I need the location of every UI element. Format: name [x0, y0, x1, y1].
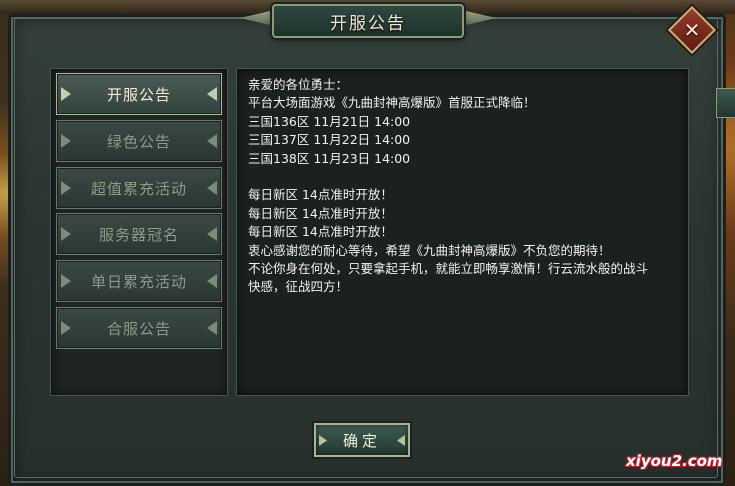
menu-item-server-open-announcement[interactable]: 开服公告 [56, 73, 222, 115]
confirm-button-label: 确定 [342, 431, 381, 450]
title-banner: 开服公告 [272, 4, 464, 38]
arrow-left-icon [61, 181, 71, 195]
text-line: 不论你身在何处，只要拿起手机，就能立即畅享激情！行云流水般的战斗 [248, 261, 649, 277]
arrow-right-icon [207, 227, 217, 241]
text-line: 衷心感谢您的耐心等待，希望《九曲封神高爆版》不负您的期待！ [248, 242, 611, 258]
text-line [248, 168, 684, 186]
arrow-left-icon [61, 274, 71, 288]
arrow-left-icon [61, 321, 71, 335]
menu-item-green-announcement[interactable]: 绿色公告 [56, 120, 222, 162]
text-line: 三国138区 11月23日 14:00 [248, 150, 411, 166]
side-tab[interactable] [716, 88, 735, 118]
menu-item-label: 超值累充活动 [90, 179, 187, 198]
menu-item-label: 单日累充活动 [90, 272, 187, 291]
menu-item-daily-recharge-event[interactable]: 单日累充活动 [56, 260, 222, 302]
arrow-right-icon [207, 274, 217, 288]
dialog-title: 开服公告 [330, 13, 406, 34]
arrow-right-icon [207, 134, 217, 148]
menu-item-value-recharge-event[interactable]: 超值累充活动 [56, 167, 222, 209]
site-watermark: xiyou2.com [626, 452, 723, 470]
arrow-left-icon [319, 435, 327, 446]
text-line: 快感，征战四方！ [248, 279, 349, 295]
menu-item-server-naming[interactable]: 服务器冠名 [56, 213, 222, 255]
text-line: 每日新区 14点准时开放！ [248, 224, 393, 240]
menu-item-label: 绿色公告 [106, 132, 171, 151]
arrow-left-icon [61, 134, 71, 148]
arrow-left-icon [61, 87, 71, 101]
arrow-right-icon [397, 435, 405, 446]
text-line: 亲爱的各位勇士： [248, 77, 349, 92]
menu-item-server-merge-announcement[interactable]: 合服公告 [56, 307, 222, 349]
menu-item-label: 开服公告 [106, 85, 171, 104]
confirm-button[interactable]: 确定 [314, 423, 410, 457]
arrow-right-icon [207, 181, 217, 195]
text-line: 三国136区 11月21日 14:00 [248, 113, 411, 129]
arrow-right-icon [207, 87, 217, 101]
arrow-left-icon [61, 227, 71, 241]
text-line: 三国137区 11月22日 14:00 [248, 132, 411, 148]
text-line: 每日新区 14点准时开放！ [248, 187, 393, 203]
close-icon[interactable]: ✕ [675, 13, 709, 47]
text-line: 每日新区 14点准时开放！ [248, 205, 393, 221]
announcement-text: 亲爱的各位勇士： 平台大场面游戏《九曲封神高爆版》首服正式降临！ 三国136区 … [248, 76, 684, 297]
menu-item-label: 服务器冠名 [98, 225, 179, 244]
arrow-right-icon [207, 321, 217, 335]
text-line: 平台大场面游戏《九曲封神高爆版》首服正式降临！ [248, 95, 536, 111]
menu-item-label: 合服公告 [106, 319, 171, 338]
